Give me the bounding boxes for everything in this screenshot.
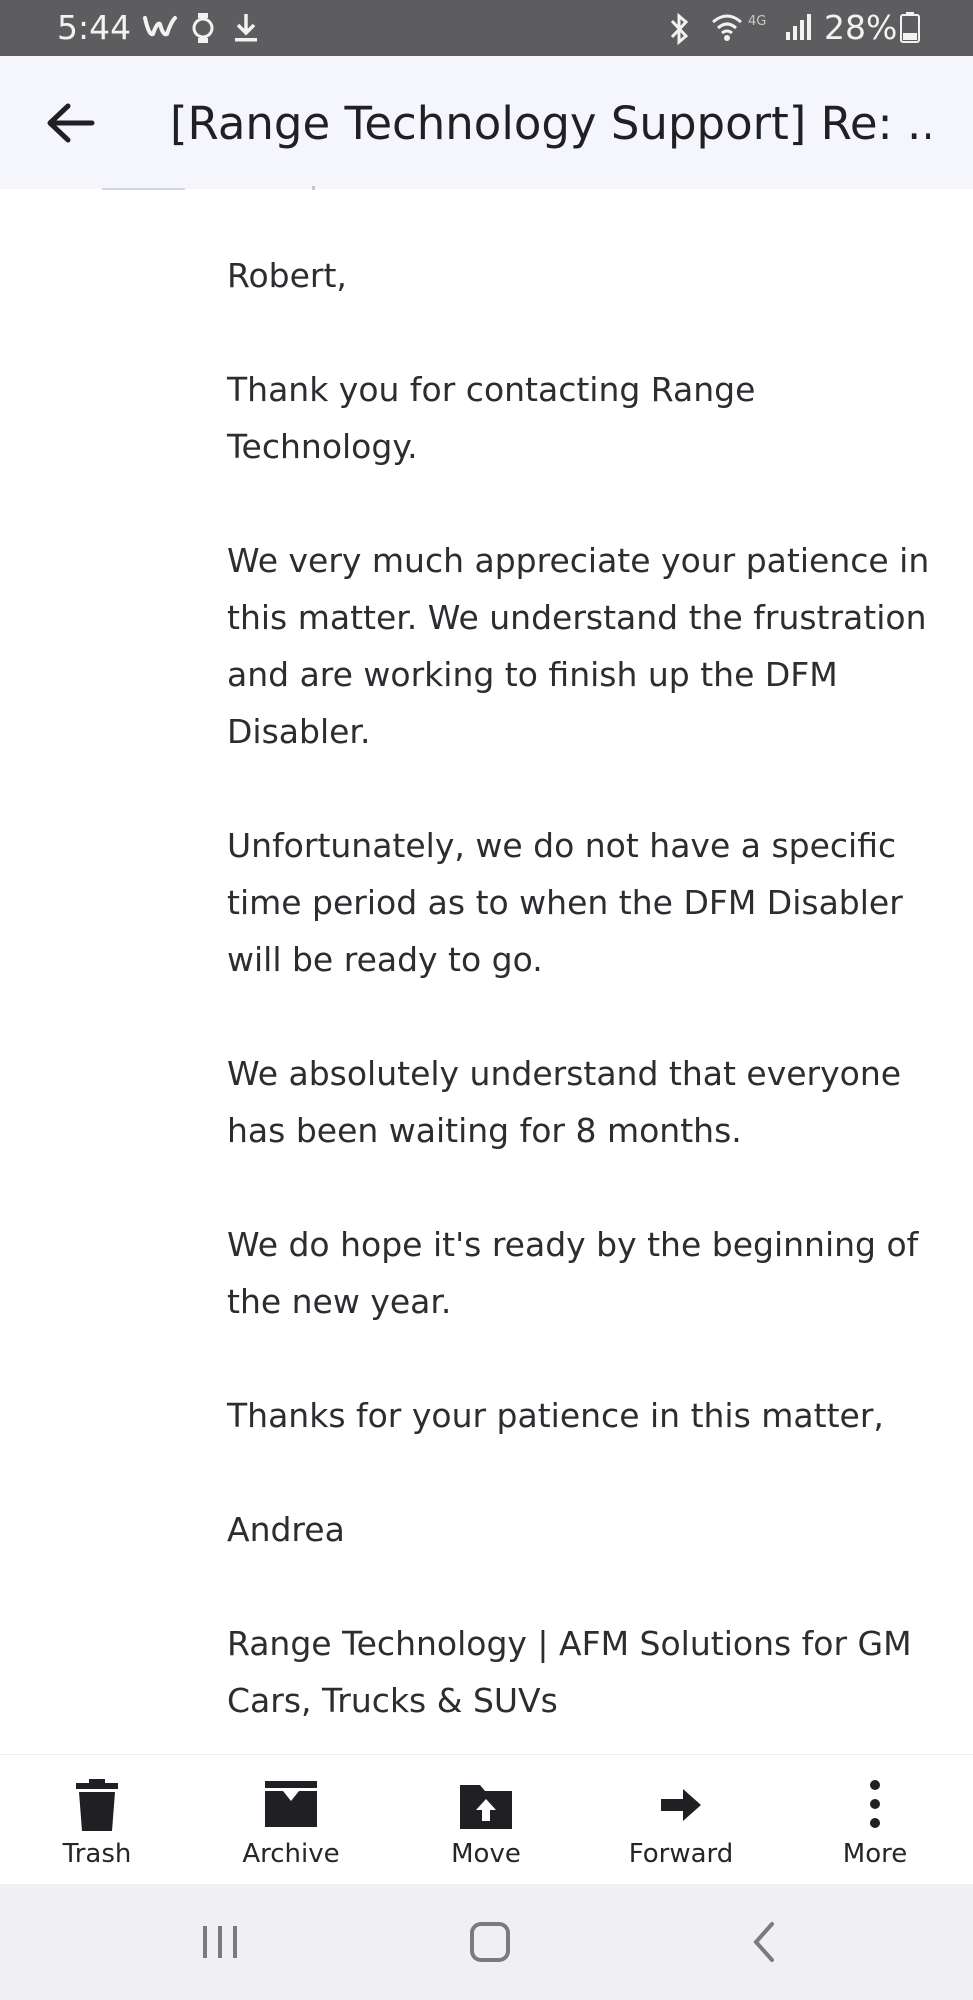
arrow-left-icon bbox=[47, 103, 95, 143]
move-label: Move bbox=[451, 1839, 521, 1869]
archive-icon bbox=[265, 1781, 317, 1827]
battery-icon bbox=[900, 12, 920, 49]
forward-label: Forward bbox=[628, 1839, 734, 1869]
message-paragraph: Thanks for your patience in this matter, bbox=[227, 1396, 884, 1435]
back-button[interactable] bbox=[40, 92, 102, 154]
svg-text:4G: 4G bbox=[748, 14, 766, 29]
home-button[interactable] bbox=[450, 1914, 530, 1970]
home-icon bbox=[470, 1922, 510, 1962]
status-bar: 5:44 4G 28% bbox=[0, 0, 973, 56]
recent-apps-button[interactable] bbox=[180, 1914, 260, 1970]
system-nav-bar bbox=[0, 1884, 973, 2000]
message-paragraph: Andrea bbox=[227, 1510, 345, 1549]
message-paragraph: We absolutely understand that everyone h… bbox=[227, 1054, 902, 1150]
more-vertical-icon bbox=[870, 1780, 880, 1828]
email-body: Robert, Thank you for contacting Range T… bbox=[0, 190, 973, 1754]
more-button[interactable]: More bbox=[778, 1755, 972, 1885]
archive-button[interactable]: Archive bbox=[194, 1755, 388, 1885]
status-time: 5:44 bbox=[57, 8, 132, 47]
battery-percent: 28% bbox=[824, 8, 898, 47]
move-button[interactable]: Move bbox=[389, 1755, 583, 1885]
wifi-icon bbox=[710, 12, 744, 49]
email-subject: [Range Technology Support] Re: ... bbox=[170, 97, 930, 150]
move-folder-icon bbox=[460, 1785, 512, 1829]
trash-icon bbox=[76, 1779, 118, 1831]
message-paragraph: We very much appreciate your patience in… bbox=[227, 541, 930, 751]
more-label: More bbox=[842, 1839, 908, 1869]
message-text: Robert, Thank you for contacting Range T… bbox=[227, 247, 947, 1786]
w-app-icon bbox=[142, 12, 178, 47]
message-paragraph: We do hope it's ready by the beginning o… bbox=[227, 1225, 919, 1321]
4g-signal-icon: 4G bbox=[748, 12, 814, 49]
recent-apps-icon bbox=[203, 1926, 237, 1958]
forward-arrow-icon bbox=[661, 1789, 701, 1821]
message-paragraph: Thank you for contacting Range Technolog… bbox=[227, 370, 756, 466]
forward-button[interactable]: Forward bbox=[584, 1755, 778, 1885]
watch-icon bbox=[188, 12, 218, 49]
message-paragraph: Unfortunately, we do not have a specific… bbox=[227, 826, 903, 979]
message-paragraph: Range Technology | AFM Solutions for GM … bbox=[227, 1624, 912, 1720]
chevron-left-icon bbox=[753, 1922, 774, 1962]
trash-label: Trash bbox=[62, 1839, 132, 1869]
download-icon bbox=[232, 12, 260, 49]
message-paragraph: Robert, bbox=[227, 256, 347, 295]
trash-button[interactable]: Trash bbox=[0, 1755, 194, 1885]
action-toolbar: Trash Archive Move Forward More bbox=[0, 1754, 973, 1885]
bluetooth-icon bbox=[666, 12, 694, 51]
archive-label: Archive bbox=[242, 1839, 340, 1869]
nav-back-button[interactable] bbox=[724, 1914, 804, 1970]
email-header: [Range Technology Support] Re: ... bbox=[0, 56, 973, 189]
